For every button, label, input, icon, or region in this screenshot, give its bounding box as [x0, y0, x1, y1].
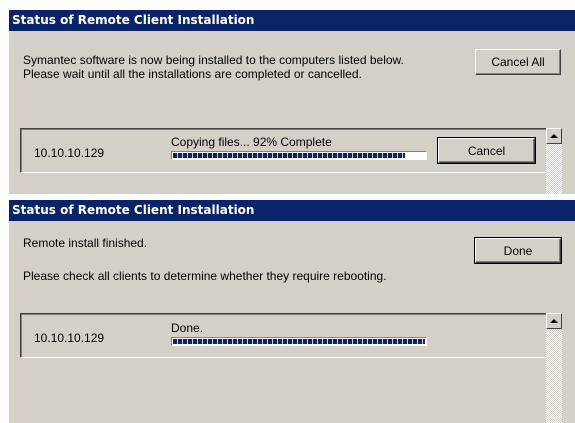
top-dialog: Status of Remote Client Installation Sym…: [9, 10, 575, 194]
top-client-row: 10.10.10.129 Copying files... 92% Comple…: [20, 128, 547, 173]
done-button[interactable]: Done: [474, 237, 562, 264]
top-client-status: Copying files... 92% Complete: [171, 135, 332, 149]
top-message-line2: Please wait until all the installations …: [23, 67, 362, 81]
bottom-dialog: Status of Remote Client Installation Rem…: [9, 200, 575, 423]
cancel-button[interactable]: Cancel: [437, 137, 536, 164]
top-message-line1: Symantec software is now being installed…: [23, 53, 404, 67]
bottom-client-ip: 10.10.10.129: [34, 331, 105, 345]
bottom-message-line2: Please check all clients to determine wh…: [23, 269, 387, 283]
top-client-list: 10.10.10.129 Copying files... 92% Comple…: [20, 128, 547, 194]
bottom-client-list: 10.10.10.129 Done.: [20, 313, 547, 423]
bottom-progress-bar: [171, 337, 427, 346]
top-client-ip: 10.10.10.129: [34, 146, 105, 160]
top-dialog-title: Status of Remote Client Installation: [9, 10, 575, 31]
bottom-message-line1: Remote install finished.: [23, 236, 148, 250]
scroll-up-arrow-icon[interactable]: [546, 313, 562, 329]
top-progress-fill: [173, 153, 405, 158]
bottom-scrollbar[interactable]: [546, 313, 562, 423]
scroll-up-arrow-icon[interactable]: [546, 128, 562, 144]
bottom-client-status: Done.: [171, 321, 204, 335]
bottom-progress-fill: [173, 339, 425, 344]
cancel-all-button[interactable]: Cancel All: [475, 49, 561, 75]
bottom-client-row: 10.10.10.129 Done.: [20, 313, 547, 358]
top-scrollbar[interactable]: [546, 128, 562, 194]
top-progress-bar: [171, 151, 427, 160]
bottom-dialog-title: Status of Remote Client Installation: [9, 200, 575, 221]
